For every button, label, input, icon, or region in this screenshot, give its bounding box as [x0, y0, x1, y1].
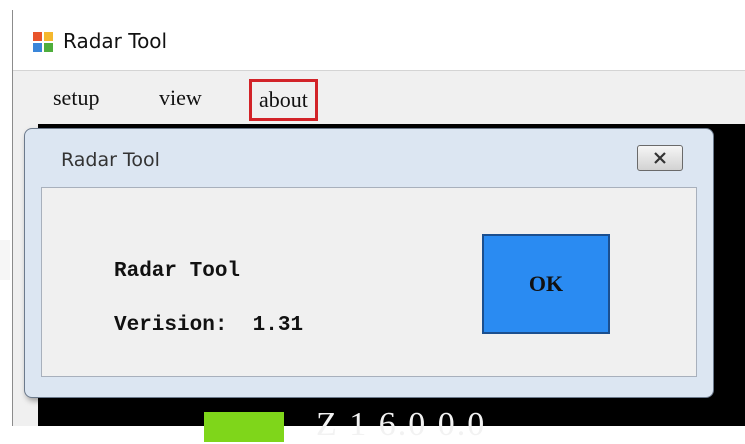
close-icon	[638, 146, 682, 170]
dialog-close-button[interactable]	[637, 145, 683, 171]
menu-item-view[interactable]: view	[159, 85, 202, 111]
about-dialog: Radar Tool Radar Tool Verision: 1.31 OK	[24, 128, 714, 398]
menu-item-setup[interactable]: setup	[53, 85, 99, 111]
dialog-body: Radar Tool Verision: 1.31 OK	[41, 187, 697, 377]
app-name-label: Radar Tool	[114, 260, 241, 283]
desktop-edge	[0, 240, 10, 280]
menu-bar: setup view about	[13, 70, 745, 125]
version-line: Verision: 1.31	[114, 314, 303, 337]
window-title: Radar Tool	[63, 29, 168, 53]
ok-button[interactable]: OK	[482, 234, 610, 334]
dialog-title: Radar Tool	[61, 149, 160, 171]
app-window-icon	[33, 32, 53, 52]
version-label: Verision:	[114, 314, 228, 337]
radar-readout: Z 1 6.0 0.0	[316, 406, 487, 443]
version-value: 1.31	[252, 314, 304, 337]
status-indicator	[204, 412, 284, 442]
title-bar[interactable]: Radar Tool	[13, 10, 745, 70]
menu-item-about[interactable]: about	[249, 79, 318, 121]
